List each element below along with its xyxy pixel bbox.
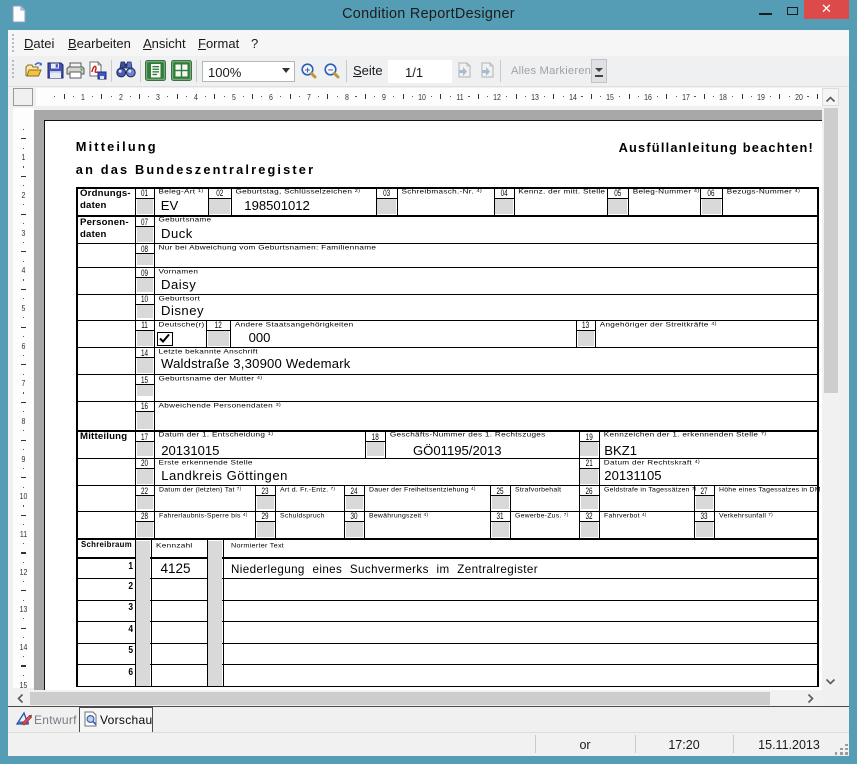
svg-text:+: +	[305, 65, 311, 76]
svg-text:−: −	[328, 65, 334, 76]
